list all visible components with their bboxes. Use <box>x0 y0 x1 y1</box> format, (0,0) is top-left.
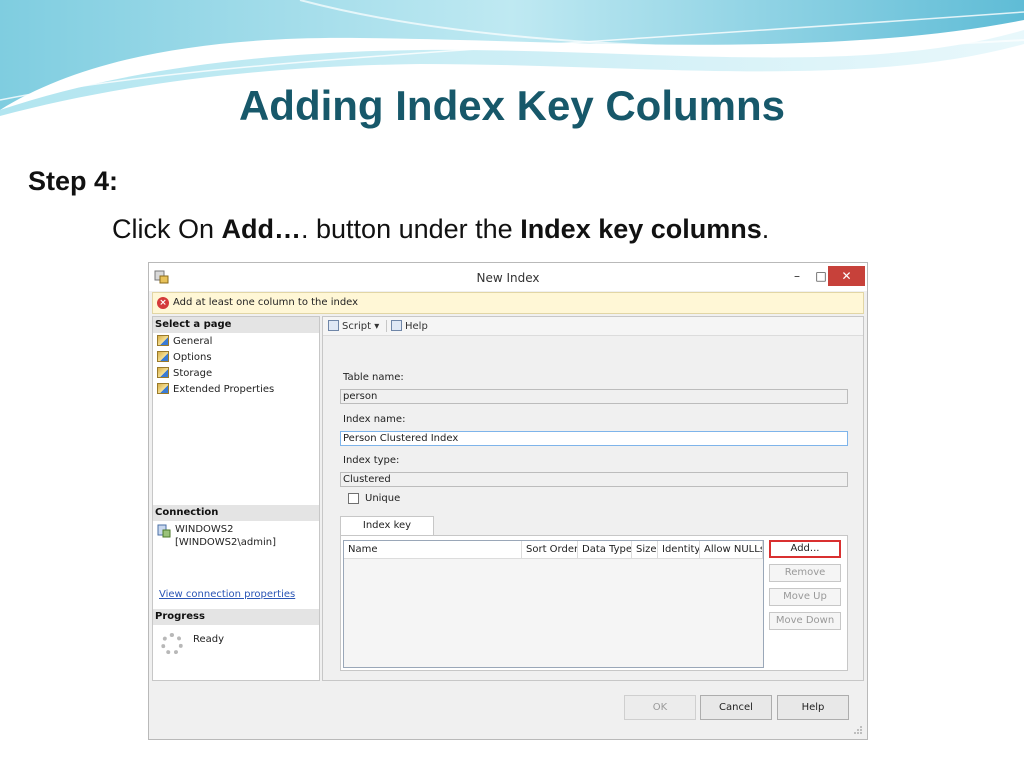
chevron-down-icon: ▾ <box>374 321 380 332</box>
step-label: Step 4: <box>28 166 119 196</box>
window-title: New Index <box>476 271 540 285</box>
help-icon <box>391 320 402 331</box>
script-icon <box>328 320 339 331</box>
column-header-sort-order[interactable]: Sort Order <box>522 541 578 559</box>
new-index-dialog: New Index – □ ✕ × Add at least one colum… <box>148 262 868 740</box>
left-pane: Select a page General Options Storage Ex… <box>152 316 320 681</box>
slide-title: Adding Index Key Columns <box>238 82 786 129</box>
index-type-field: Clustered <box>340 472 848 487</box>
progress-header: Progress <box>153 609 319 625</box>
connection-info: WINDOWS2 [WINDOWS2\admin] <box>153 524 319 554</box>
instruction-add-emphasis: Add… <box>221 214 302 244</box>
remove-button[interactable]: Remove <box>769 564 841 582</box>
column-header-allow-nulls[interactable]: Allow NULLs <box>700 541 763 559</box>
help-label: Help <box>405 321 428 332</box>
script-button[interactable]: Script ▾ <box>328 320 379 332</box>
server-icon <box>157 524 171 538</box>
index-name-input[interactable]: Person Clustered Index <box>340 431 848 446</box>
toolbar: Script ▾ Help <box>323 317 863 336</box>
help-toolbar-button[interactable]: Help <box>391 320 428 332</box>
page-item-extended-properties[interactable]: Extended Properties <box>157 383 274 395</box>
help-button[interactable]: Help <box>777 695 849 720</box>
index-type-label: Index type: <box>343 455 400 466</box>
page-item-label: General <box>173 336 213 347</box>
error-icon: × <box>157 297 169 309</box>
page-icon <box>157 367 169 378</box>
key-columns-grid[interactable]: Name Sort Order Data Type Size Identity … <box>343 540 764 668</box>
column-header-name[interactable]: Name <box>344 541 522 559</box>
index-key-columns-panel: Name Sort Order Data Type Size Identity … <box>340 535 848 671</box>
general-page-panel: Script ▾ Help Table name: person Index n… <box>322 316 864 681</box>
page-item-label: Storage <box>173 368 213 379</box>
move-up-button[interactable]: Move Up <box>769 588 841 606</box>
page-item-storage[interactable]: Storage <box>157 367 212 379</box>
resize-grip-icon[interactable] <box>853 725 863 735</box>
script-label: Script <box>342 321 372 332</box>
cancel-button[interactable]: Cancel <box>700 695 772 720</box>
instruction-prefix: Click On <box>112 214 222 244</box>
ok-button[interactable]: OK <box>624 695 696 720</box>
page-icon <box>157 351 169 362</box>
add-button[interactable]: Add... <box>769 540 841 558</box>
page-icon <box>157 383 169 394</box>
title-bar: New Index – □ ✕ <box>149 263 867 291</box>
connection-user: [WINDOWS2\admin] <box>175 537 276 548</box>
minimize-button[interactable]: – <box>787 266 807 286</box>
move-down-button[interactable]: Move Down <box>769 612 841 630</box>
index-name-label: Index name: <box>343 414 406 425</box>
instruction-middle: . button under the <box>301 214 521 244</box>
instruction-suffix: . <box>761 214 770 244</box>
connection-server: WINDOWS2 <box>175 524 234 535</box>
view-connection-properties-link[interactable]: View connection properties <box>159 589 295 600</box>
page-item-label: Options <box>173 352 212 363</box>
progress-spinner-icon <box>161 633 183 655</box>
error-banner: × Add at least one column to the index <box>152 292 864 314</box>
progress-status: Ready <box>193 634 225 645</box>
instruction-text: Click On Add…. button under the Index ke… <box>112 214 769 245</box>
page-item-label: Extended Properties <box>173 384 275 395</box>
table-name-label: Table name: <box>343 372 404 383</box>
toolbar-separator <box>386 320 387 332</box>
select-page-header: Select a page <box>153 317 319 333</box>
tab-index-key-columns[interactable]: Index key columns <box>340 516 434 549</box>
connection-header: Connection <box>153 505 319 521</box>
page-item-general[interactable]: General <box>157 335 212 347</box>
instruction-key-columns-emphasis: Index key columns <box>520 214 762 244</box>
page-item-options[interactable]: Options <box>157 351 212 363</box>
table-name-field: person <box>340 389 848 404</box>
column-header-identity[interactable]: Identity <box>658 541 700 559</box>
unique-label: Unique <box>365 493 401 504</box>
column-header-data-type[interactable]: Data Type <box>578 541 632 559</box>
page-icon <box>157 335 169 346</box>
error-message: Add at least one column to the index <box>173 297 359 308</box>
close-button[interactable]: ✕ <box>828 266 865 286</box>
unique-checkbox[interactable] <box>348 493 359 504</box>
column-header-size[interactable]: Size <box>632 541 658 559</box>
